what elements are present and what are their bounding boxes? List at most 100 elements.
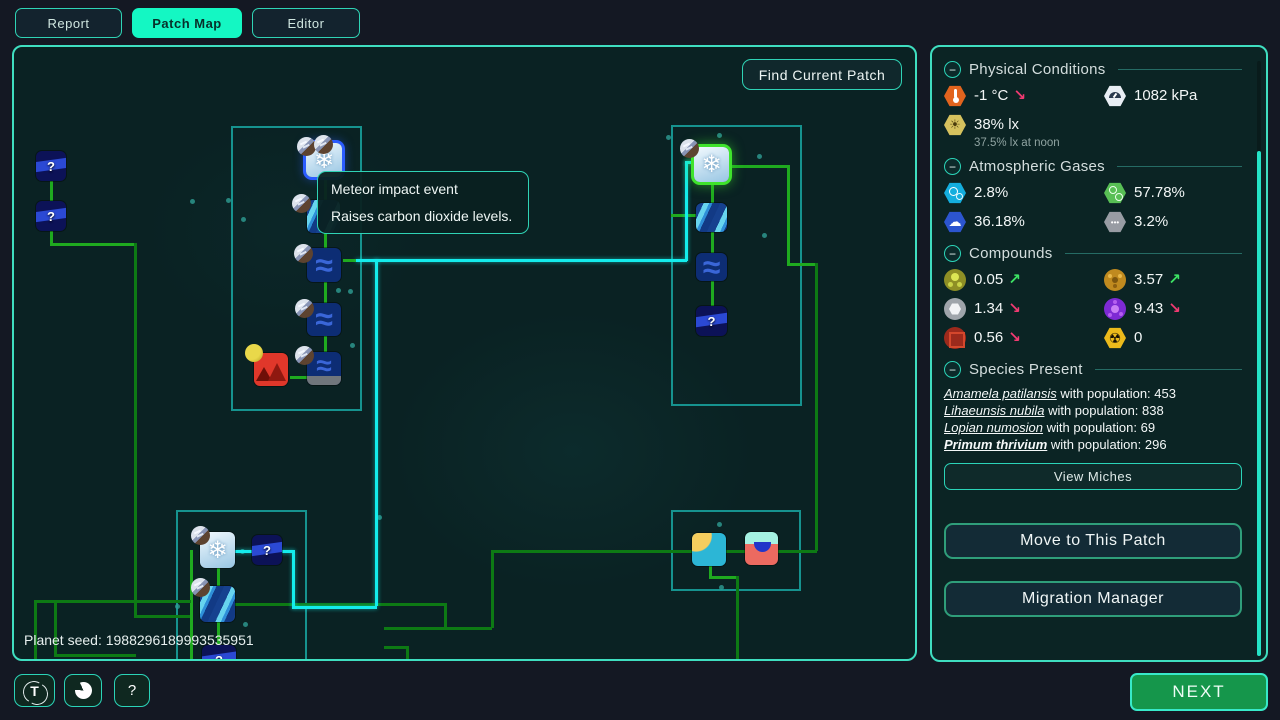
atmospheric-gases-grid: 2.8% 57.78% 36.18% 3.2%: [944, 182, 1242, 236]
collapse-icon[interactable]: [944, 361, 961, 378]
condition-row: 57.78%: [1104, 182, 1242, 207]
map-dot: [717, 522, 722, 527]
pressure-icon: [1104, 85, 1126, 107]
help-icon: ?: [128, 682, 136, 699]
tab-editor[interactable]: Editor: [252, 8, 360, 38]
tab-report[interactable]: Report: [15, 8, 122, 38]
condition-text: 3.2%: [1134, 211, 1168, 233]
map-connection: [787, 165, 790, 265]
species-name-link[interactable]: Amamela patilansis: [944, 386, 1057, 401]
map-dot: [348, 289, 353, 294]
meteor-icon: [295, 346, 314, 365]
radiation-icon: [1104, 327, 1126, 349]
physical-conditions-grid: -1 °C↘1082 kPa38% lx37.5% lx at noon: [944, 85, 1242, 149]
map-connection: [356, 259, 687, 262]
collapse-icon[interactable]: [944, 158, 961, 175]
condition-text: 36.18%: [974, 211, 1025, 233]
condition-row: 0: [1104, 327, 1242, 352]
meteor-icon: [191, 526, 210, 545]
thriveopedia-button[interactable]: T: [14, 674, 55, 707]
condition-sub-value: 37.5% lx at noon: [974, 137, 1060, 149]
map-connection: [491, 550, 494, 628]
trend-down-icon: ↘: [1008, 298, 1021, 320]
patch-map[interactable]: ????? Meteor impact event Raises carbon …: [12, 45, 917, 661]
section-rule: [1095, 369, 1242, 370]
patch-unknown[interactable]: ?: [252, 535, 282, 565]
map-dot: [666, 135, 671, 140]
patch-ice[interactable]: [696, 203, 727, 232]
patch-unknown[interactable]: ?: [696, 306, 727, 336]
find-current-patch-button[interactable]: Find Current Patch: [742, 59, 902, 90]
condition-value: 9.43↘: [1134, 298, 1181, 320]
patch-unknown[interactable]: ?: [36, 151, 66, 181]
condition-text: 0.05↗: [974, 269, 1021, 291]
section-species-present: Species Present: [944, 361, 1242, 378]
other-gas-icon: [1104, 211, 1126, 233]
move-to-patch-button[interactable]: Move to This Patch: [944, 523, 1242, 559]
ammonia-icon: [944, 298, 966, 320]
condition-value: 2.8%: [974, 182, 1008, 204]
map-connection: [729, 165, 789, 168]
help-button[interactable]: ?: [114, 674, 150, 707]
condition-text: 2.8%: [974, 182, 1008, 204]
patch-coastal[interactable]: [692, 533, 726, 566]
condition-value: 36.18%: [974, 211, 1025, 233]
next-button[interactable]: NEXT: [1130, 673, 1268, 711]
scrollbar-thumb[interactable]: [1257, 151, 1261, 656]
condition-text: 0.56↘: [974, 327, 1021, 349]
condition-row: 1082 kPa: [1104, 85, 1242, 110]
map-connection: [815, 263, 818, 551]
collapse-icon[interactable]: [944, 245, 961, 262]
planet-seed-label: Planet seed: 1988296189993535951: [24, 632, 254, 648]
section-rule: [1118, 69, 1242, 70]
tab-patch-map[interactable]: Patch Map: [132, 8, 242, 38]
map-connection: [671, 214, 697, 217]
migration-manager-button[interactable]: Migration Manager: [944, 581, 1242, 617]
map-connection: [292, 606, 377, 609]
statistics-button[interactable]: [64, 674, 102, 707]
condition-row: 0.56↘: [944, 327, 1104, 352]
patch-ocean[interactable]: [696, 253, 727, 281]
collapse-icon[interactable]: [944, 61, 961, 78]
patch-region: [231, 126, 362, 411]
unknown-patch-label: ?: [36, 151, 66, 181]
pie-chart-icon: [75, 682, 92, 699]
meteor-icon: [314, 135, 333, 154]
map-connection: [290, 376, 308, 379]
condition-text: 1.34↘: [974, 298, 1021, 320]
species-entry: Lihaeunsis nubila with population: 838: [944, 402, 1242, 419]
hydrogen-sulfide-icon: [944, 269, 966, 291]
tooltip-body: Raises carbon dioxide levels.: [331, 209, 515, 223]
meteor-icon: [680, 139, 699, 158]
map-connection: [711, 183, 714, 203]
patch-ice-shelf[interactable]: [694, 147, 729, 182]
map-connection: [709, 576, 737, 579]
map-dot: [226, 198, 231, 203]
map-connection: [34, 600, 191, 603]
meteor-icon: [297, 137, 316, 156]
map-connection: [50, 181, 53, 203]
meteor-icon: [295, 299, 314, 318]
map-connection: [384, 627, 492, 630]
map-dot: [757, 154, 762, 159]
section-title: Atmospheric Gases: [969, 158, 1105, 175]
patch-tide-pool[interactable]: [745, 532, 778, 565]
condition-value: 0: [1134, 327, 1142, 349]
unknown-patch-label: ?: [696, 306, 727, 336]
species-name-link[interactable]: Lihaeunsis nubila: [944, 403, 1044, 418]
view-miches-button[interactable]: View Miches: [944, 463, 1242, 490]
condition-row: 0.05↗: [944, 269, 1104, 294]
unknown-patch-label: ?: [36, 201, 66, 231]
condition-row: 1.34↘: [944, 298, 1104, 323]
condition-value: 0.05↗: [974, 269, 1021, 291]
map-connection: [736, 576, 739, 661]
temperature-icon: [944, 85, 966, 107]
patch-unknown[interactable]: ?: [36, 201, 66, 231]
map-connection: [711, 231, 714, 255]
species-name-link[interactable]: Primum thrivium: [944, 437, 1047, 452]
section-physical-conditions: Physical Conditions: [944, 61, 1242, 78]
map-connection: [50, 231, 53, 243]
species-name-link[interactable]: Lopian numosion: [944, 420, 1043, 435]
trend-up-icon: ↗: [1168, 269, 1181, 291]
meteor-icon: [191, 578, 210, 597]
